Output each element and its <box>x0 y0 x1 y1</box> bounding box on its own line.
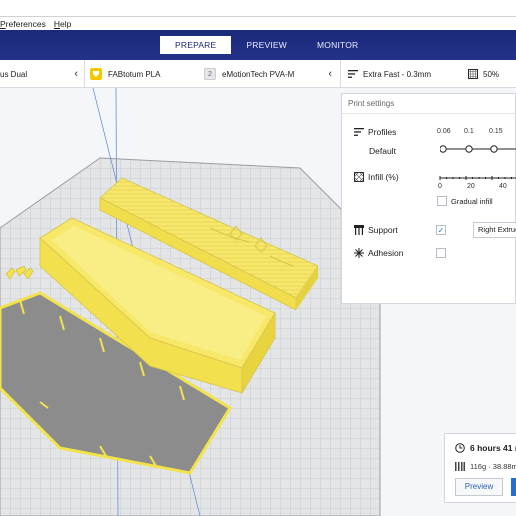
infill-row: Infill (%) <box>354 172 399 182</box>
gradual-infill-checkbox[interactable] <box>437 196 447 206</box>
adhesion-row: Adhesion <box>354 248 516 258</box>
printer-name: us Dual <box>0 69 28 79</box>
machine-toolbar: us Dual ‹ FABtotum PLA 2 eMotionTech PVA… <box>0 60 516 88</box>
gradual-infill-row: Gradual infill <box>437 196 493 206</box>
extruder-2-badge: 2 <box>204 68 216 80</box>
chevron-left-icon: ‹ <box>74 68 78 80</box>
profile-name: Extra Fast - 0.3mm <box>363 69 432 79</box>
tab-monitor[interactable]: MONITOR <box>302 36 373 54</box>
extruder-2-material: eMotionTech PVA-M <box>222 69 295 79</box>
filament-icon <box>455 462 465 471</box>
support-label: Support <box>368 225 398 235</box>
window-top-strip <box>0 0 516 16</box>
adhesion-label: Adhesion <box>368 248 404 258</box>
job-specs-panel: 6 hours 41 m 116g · 38.88m Preview <box>444 433 516 503</box>
infill-tick: 20 <box>467 183 475 190</box>
extruder-1-badge <box>90 68 102 80</box>
tab-preview[interactable]: PREVIEW <box>231 36 302 54</box>
adhesion-icon <box>354 248 364 258</box>
menu-preferences[interactable]: Preferences <box>0 19 46 29</box>
infill-value: 50% <box>483 69 500 79</box>
sliders-icon <box>348 70 358 78</box>
menu-bar: Preferences Help <box>0 16 516 30</box>
support-checkbox[interactable]: ✓ <box>436 225 446 235</box>
clock-icon <box>455 443 465 453</box>
profiles-row: Profiles <box>354 127 396 137</box>
print-time-value: 6 hours 41 m <box>470 443 516 453</box>
menu-help[interactable]: Help <box>54 19 71 29</box>
preview-button[interactable]: Preview <box>455 478 503 496</box>
extruder-2-tab[interactable]: 2 eMotionTech PVA-M ‹ <box>204 60 338 88</box>
printer-selector[interactable]: us Dual ‹ <box>0 60 84 88</box>
default-label: Default <box>369 146 396 156</box>
infill-tick: 0 <box>438 183 442 190</box>
infill-label: Infill (%) <box>368 172 399 182</box>
extruder-1-tab[interactable]: FABtotum PLA <box>90 60 200 88</box>
stage-tabs: PREPARE PREVIEW MONITOR <box>160 36 373 54</box>
print-settings-header: Print settings <box>342 94 515 114</box>
profile-tick: 0.06 <box>437 128 451 135</box>
sliders-icon <box>354 128 364 136</box>
layer-height-slider[interactable] <box>440 144 516 154</box>
material-usage-value: 116g · 38.88m <box>470 462 516 471</box>
infill-slider[interactable] <box>438 174 516 182</box>
support-extruder-select[interactable]: Right Extruder <box>473 222 516 238</box>
profiles-label: Profiles <box>368 127 397 137</box>
extruder-1-material: FABtotum PLA <box>108 69 161 79</box>
profile-tick: 0.1 <box>464 128 474 135</box>
stage-bar: PREPARE PREVIEW MONITOR <box>0 30 516 60</box>
slice-button[interactable] <box>511 478 516 496</box>
profile-summary[interactable]: Extra Fast - 0.3mm <box>348 60 458 88</box>
infill-tick: 40 <box>499 183 507 190</box>
profile-tick: 0.15 <box>489 128 503 135</box>
infill-grid-icon <box>468 69 478 79</box>
adhesion-checkbox[interactable] <box>436 248 446 258</box>
tab-prepare[interactable]: PREPARE <box>160 36 232 54</box>
gradual-infill-label: Gradual infill <box>451 196 493 206</box>
material-usage: 116g · 38.88m <box>455 462 516 471</box>
chevron-left-icon: ‹ <box>328 68 332 80</box>
default-row: Default <box>369 146 396 156</box>
extruder-icon <box>93 71 99 77</box>
support-icon <box>354 225 364 235</box>
print-time: 6 hours 41 m <box>455 443 516 453</box>
print-settings-panel: Print settings Profiles 0.06 0.1 0.15 De… <box>341 93 516 304</box>
infill-summary[interactable]: 50% <box>468 60 516 88</box>
infill-grid-icon <box>354 172 364 182</box>
support-row: Support ✓ Right Extruder <box>354 222 516 238</box>
